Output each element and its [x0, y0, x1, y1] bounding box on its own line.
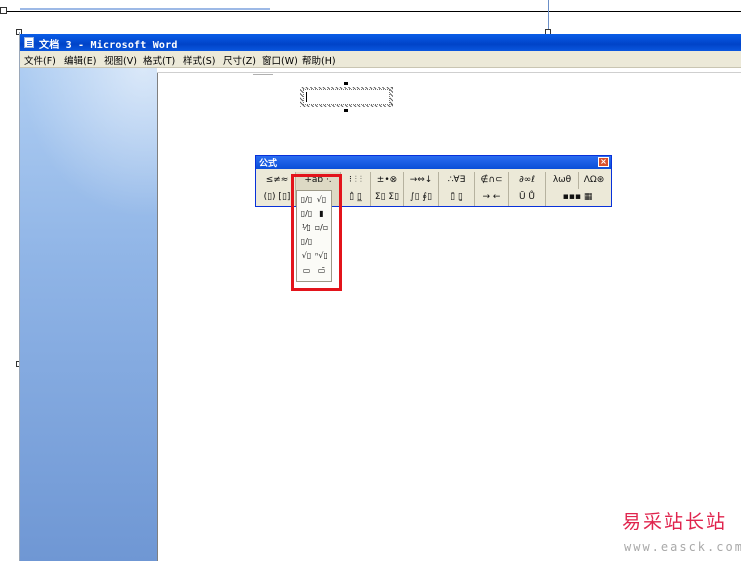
resize-guide-line [548, 0, 549, 32]
greek-lower-button[interactable]: λωθ [546, 172, 579, 189]
menu-window[interactable]: 窗口(W) [262, 53, 298, 67]
text-cursor [306, 92, 307, 102]
window-title: 文档 3 - Microsoft Word [39, 40, 178, 51]
products-button[interactable]: Ū Ů [509, 189, 546, 206]
formula-toolbar-title: 公式 [259, 159, 278, 169]
integral-button[interactable]: ∫▯ ∮▯ [404, 189, 439, 206]
embellishments-button[interactable]: ⁝ ⫶ ⫶ [341, 172, 371, 189]
menu-file[interactable]: 文件(F) [24, 53, 56, 67]
summation-button[interactable]: Σ▯ Σ▯ [371, 189, 404, 206]
menubar: 文件(F) 编辑(E) 视图(V) 格式(T) 样式(S) 尺寸(Z) 窗口(W… [20, 51, 741, 68]
word-titlebar[interactable]: 文档 3 - Microsoft Word [20, 34, 741, 51]
matrix-button[interactable]: ▪▪▪ ▦ [546, 189, 609, 206]
document-icon [24, 37, 34, 48]
misc-symbols-button[interactable]: ∂∞ℓ [509, 172, 546, 189]
close-icon[interactable]: × [598, 157, 609, 167]
labeled-arrows-button[interactable]: → ← [475, 189, 509, 206]
highlight-annotation-box [291, 174, 342, 291]
menu-edit[interactable]: 编辑(E) [64, 53, 96, 67]
underbar-overbar-button[interactable]: ▯̄ ▯̱ [439, 189, 475, 206]
page-corner-mark [253, 68, 273, 75]
greek-upper-button[interactable]: ΛΩ⊛ [579, 172, 609, 189]
menu-format[interactable]: 格式(T) [143, 53, 175, 67]
frame-top-border [0, 11, 741, 12]
formula-toolbar-titlebar[interactable]: 公式 × [256, 156, 611, 169]
eq-handle-bottom[interactable] [344, 109, 348, 112]
menu-style[interactable]: 样式(S) [183, 53, 215, 67]
subscript-button[interactable]: ▯̂ ▯̲ [341, 189, 371, 206]
resize-handle-corner[interactable] [0, 7, 7, 14]
watermark-title: 易采站长站 [622, 511, 728, 533]
document-gutter [20, 68, 157, 561]
logic-button[interactable]: ∴∀∃ [439, 172, 475, 189]
page-left-edge [157, 72, 158, 561]
operators-button[interactable]: ±•⊗ [371, 172, 404, 189]
eq-handle-top[interactable] [344, 82, 348, 85]
set-theory-button[interactable]: ∉∩⊂ [475, 172, 509, 189]
watermark-url: www.easck.com [624, 540, 741, 554]
equation-input-slot[interactable] [303, 89, 390, 105]
arrows-button[interactable]: →⇔↓ [404, 172, 439, 189]
menu-help[interactable]: 帮助(H) [302, 53, 336, 67]
page-top-edge [157, 72, 741, 73]
menu-view[interactable]: 视图(V) [104, 53, 137, 67]
menu-size[interactable]: 尺寸(Z) [223, 53, 256, 67]
top-strip-accent [20, 8, 270, 10]
